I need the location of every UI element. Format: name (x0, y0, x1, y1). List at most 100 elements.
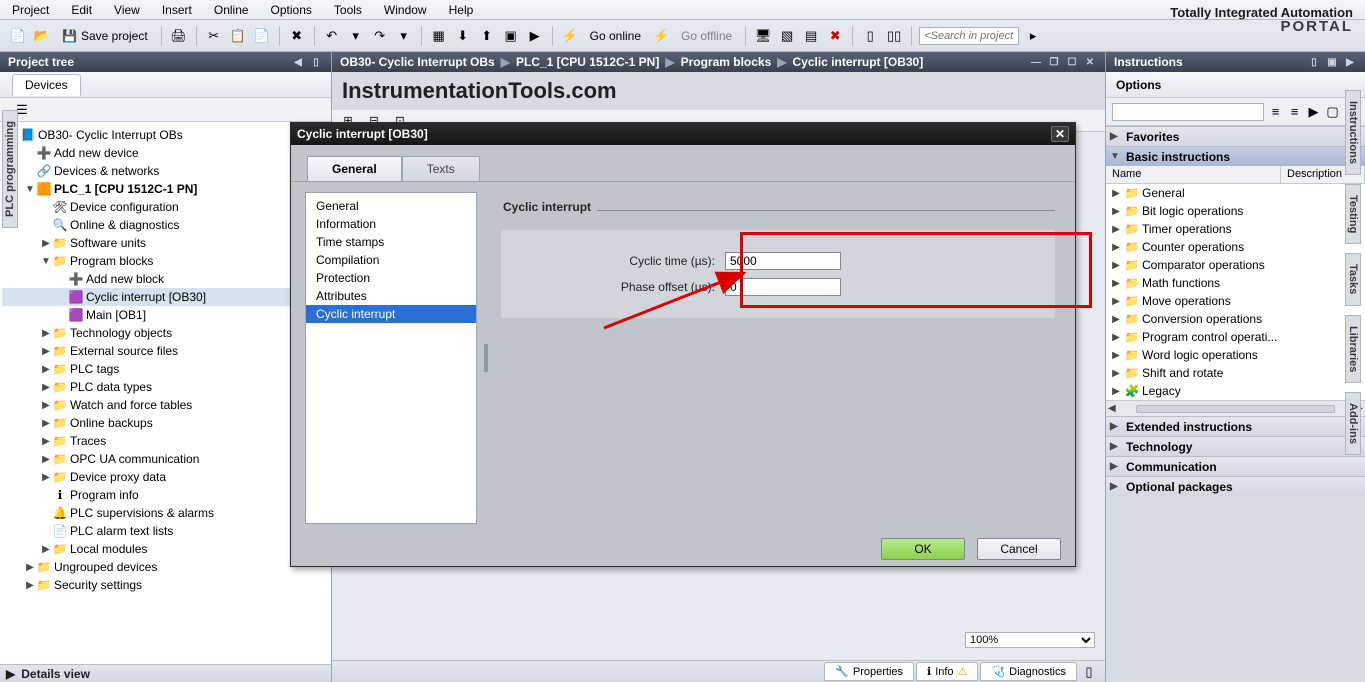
simulate-icon[interactable]: ▣ (501, 26, 521, 46)
tab-diagnostics[interactable]: 🩺 Diagnostics (980, 662, 1077, 681)
menu-window[interactable]: Window (380, 1, 431, 19)
project-tree[interactable]: ▼📘OB30- Cyclic Interrupt OBs·➕Add new de… (0, 122, 331, 664)
tree-node[interactable]: ·🛠Device configuration (2, 198, 331, 216)
instruction-row[interactable]: ▶🧩Legacy (1106, 382, 1365, 400)
nav-compilation[interactable]: Compilation (306, 251, 476, 269)
go-offline-icon[interactable]: ⚡ (651, 26, 671, 46)
menu-options[interactable]: Options (267, 1, 316, 19)
download-icon[interactable]: ⬇ (453, 26, 473, 46)
next-icon[interactable]: ▶ (1306, 102, 1321, 122)
go-online-label[interactable]: Go online (584, 27, 647, 45)
breadcrumb[interactable]: PLC_1 [CPU 1512C-1 PN] (516, 55, 659, 69)
instruction-row[interactable]: ▶📁Word logic operations (1106, 346, 1365, 364)
start-icon[interactable]: ▶ (525, 26, 545, 46)
accessible-devices-icon[interactable]: 🖥 (753, 26, 773, 46)
instruction-row[interactable]: ▶📁Math functions (1106, 274, 1365, 292)
collapse-right-icon[interactable]: ▶ (1343, 55, 1357, 69)
chevron-right-icon[interactable]: ▶ (24, 580, 36, 591)
chevron-right-icon[interactable]: ▶ (40, 472, 52, 483)
cut-icon[interactable]: ✂ (204, 26, 224, 46)
chevron-right-icon[interactable]: ▶ (40, 382, 52, 393)
maximize-icon[interactable]: ☐ (1065, 55, 1079, 69)
tree-node[interactable]: ·🟪Cyclic interrupt [OB30] (2, 288, 331, 306)
restore-icon[interactable]: ❐ (1047, 55, 1061, 69)
nav-attributes[interactable]: Attributes (306, 287, 476, 305)
copy-icon[interactable]: 📋 (228, 26, 248, 46)
ok-button[interactable]: OK (881, 538, 965, 560)
tree-node[interactable]: ▶📁Device proxy data (2, 468, 331, 486)
chevron-right-icon[interactable]: ▶ (24, 562, 36, 573)
chevron-right-icon[interactable]: ▶ (40, 238, 52, 249)
cpu-icon[interactable]: ▧ (777, 26, 797, 46)
devices-tab[interactable]: Devices (12, 74, 81, 96)
instructions-search-input[interactable] (1112, 103, 1264, 121)
tree-node[interactable]: ·➕Add new block (2, 270, 331, 288)
nav-time-stamps[interactable]: Time stamps (306, 233, 476, 251)
filter-icon[interactable]: ≡ (1268, 102, 1283, 122)
tree-node[interactable]: ▶📁PLC data types (2, 378, 331, 396)
category-optional-packages[interactable]: ▶ Optional packages (1106, 476, 1365, 496)
tree-node[interactable]: ▶📁PLC tags (2, 360, 331, 378)
tree-node[interactable]: ·🔔PLC supervisions & alarms (2, 504, 331, 522)
tree-node[interactable]: ▶📁Ungrouped devices (2, 558, 331, 576)
col-name[interactable]: Name (1106, 166, 1281, 183)
tree-node[interactable]: ▶📁OPC UA communication (2, 450, 331, 468)
zoom-control[interactable]: 100% (965, 632, 1095, 648)
instruction-row[interactable]: ▶📁Conversion operations (1106, 310, 1365, 328)
tree-node[interactable]: ·🔍Online & diagnostics (2, 216, 331, 234)
open-project-icon[interactable]: 📂 (32, 26, 52, 46)
breadcrumb[interactable]: Cyclic interrupt [OB30] (793, 55, 924, 69)
tree-node[interactable]: ▼📁Program blocks (2, 252, 331, 270)
tree-node[interactable]: ·➕Add new device (2, 144, 331, 162)
category-favorites[interactable]: ▶ Favorites (1106, 126, 1365, 146)
zoom-select[interactable]: 100% (965, 632, 1095, 648)
close-icon[interactable]: ✕ (1051, 126, 1069, 142)
tree-node[interactable]: ·ℹProgram info (2, 486, 331, 504)
compile-icon[interactable]: ▦ (429, 26, 449, 46)
search-go-icon[interactable]: ▸ (1023, 26, 1043, 46)
instructions-list[interactable]: ▶📁General▶📁Bit logic operations▶📁Timer o… (1106, 184, 1365, 400)
vertical-splitter[interactable] (483, 192, 489, 524)
h-scrollbar[interactable]: ◀ ▶ (1106, 400, 1365, 416)
search-input[interactable] (919, 27, 1019, 45)
tree-node[interactable]: ▶📁Technology objects (2, 324, 331, 342)
menu-tools[interactable]: Tools (330, 1, 366, 19)
chevron-right-icon[interactable]: ▶ (40, 436, 52, 447)
instruction-row[interactable]: ▶📁Comparator operations (1106, 256, 1365, 274)
close-editor-icon[interactable]: ✕ (1083, 55, 1097, 69)
scroll-left-icon[interactable]: ◀ (1108, 403, 1116, 414)
undo-dropdown-icon[interactable]: ▾ (346, 26, 366, 46)
menu-project[interactable]: Project (8, 1, 53, 19)
tab-texts[interactable]: Texts (402, 156, 480, 181)
instruction-row[interactable]: ▶📁Counter operations (1106, 238, 1365, 256)
undo-icon[interactable]: ↶ (322, 26, 342, 46)
disconnect-icon[interactable]: ✖ (825, 26, 845, 46)
collapse-left-icon[interactable]: ◀ (291, 55, 305, 69)
side-tab-addins[interactable]: Add-ins (1345, 392, 1361, 455)
chevron-right-icon[interactable]: ▶ (40, 418, 52, 429)
print-icon[interactable]: 🖨 (169, 26, 189, 46)
new-project-icon[interactable]: 📄 (8, 26, 28, 46)
category-extended-instructions[interactable]: ▶ Extended instructions (1106, 416, 1365, 436)
tree-node[interactable]: ▶📁Software units (2, 234, 331, 252)
phase-offset-input[interactable] (725, 278, 841, 296)
category-technology[interactable]: ▶ Technology (1106, 436, 1365, 456)
split-1-icon[interactable]: ▯ (860, 26, 880, 46)
display-icon[interactable]: ▤ (801, 26, 821, 46)
go-offline-label[interactable]: Go offline (675, 27, 738, 45)
upload-icon[interactable]: ⬆ (477, 26, 497, 46)
menu-edit[interactable]: Edit (67, 1, 96, 19)
tree-node[interactable]: ·🔗Devices & networks (2, 162, 331, 180)
chevron-right-icon[interactable]: ▶ (40, 328, 52, 339)
instruction-row[interactable]: ▶📁Move operations (1106, 292, 1365, 310)
category-communication[interactable]: ▶ Communication (1106, 456, 1365, 476)
tab-properties[interactable]: 🔧 Properties (824, 662, 914, 681)
menu-help[interactable]: Help (445, 1, 478, 19)
view-icon[interactable]: ▢ (1325, 102, 1340, 122)
pin-icon[interactable]: ▯ (309, 55, 323, 69)
nav-information[interactable]: Information (306, 215, 476, 233)
instruction-row[interactable]: ▶📁Bit logic operations (1106, 202, 1365, 220)
chevron-right-icon[interactable]: ▶ (40, 346, 52, 357)
instruction-row[interactable]: ▶📁General (1106, 184, 1365, 202)
tree-node[interactable]: ▶📁External source files (2, 342, 331, 360)
